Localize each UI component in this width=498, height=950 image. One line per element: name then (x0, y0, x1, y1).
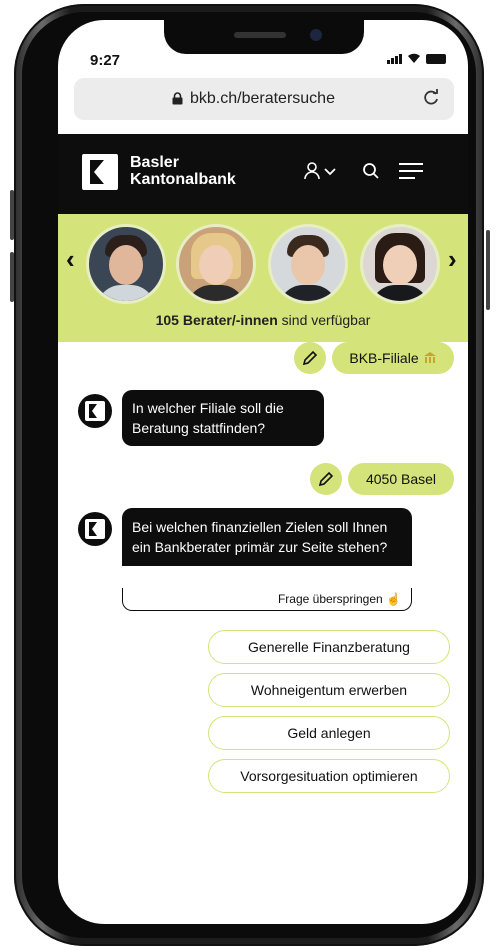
url-text: bkb.ch/beratersuche (190, 90, 335, 107)
advisor-count: 105 Berater/-innen (155, 312, 278, 328)
carousel-next-arrow[interactable]: › (448, 244, 457, 275)
status-time: 9:27 (90, 52, 121, 69)
advisor-carousel: ‹ › 105 Berater/-innen sind verfügbar (58, 214, 468, 342)
question-bubble: Bei welchen finanziellen Zielen soll Ihn… (122, 508, 412, 566)
advisor-count-text: 105 Berater/-innen sind verfügbar (58, 312, 468, 328)
signal-icon (387, 54, 402, 64)
brand-line-2: Kantonalbank (130, 171, 236, 188)
reload-icon[interactable] (422, 89, 440, 107)
advisor-avatar[interactable] (268, 224, 348, 304)
camera (310, 29, 322, 41)
user-icon[interactable] (304, 162, 320, 180)
edit-answer-button[interactable] (294, 342, 326, 374)
bot-avatar (78, 512, 112, 546)
search-icon[interactable] (362, 162, 380, 180)
brand-name[interactable]: Basler Kantonalbank (130, 154, 236, 188)
option-button[interactable]: Vorsorgesituation optimieren (208, 759, 450, 793)
option-button[interactable]: Wohneigentum erwerben (208, 673, 450, 707)
answer-text: BKB-Filiale (349, 350, 419, 366)
advisor-avatar[interactable] (360, 224, 440, 304)
screen: 9:27 bkb.ch/beratersuche Basler Kantonal… (58, 20, 468, 924)
option-button[interactable]: Generelle Finanzberatung (208, 630, 450, 664)
brand-line-1: Basler (130, 154, 179, 171)
skip-label: Frage überspringen (277, 592, 383, 606)
advisor-avatar[interactable] (86, 224, 166, 304)
bank-icon (423, 352, 436, 363)
option-button[interactable]: Geld anlegen (208, 716, 450, 750)
menu-icon[interactable] (398, 162, 424, 180)
notch (164, 20, 364, 54)
volume-button (10, 190, 14, 240)
bot-avatar (78, 394, 112, 428)
answer-bubble: BKB-Filiale (332, 342, 454, 374)
battery-icon (426, 54, 446, 64)
wifi-icon (408, 53, 420, 63)
url-bar[interactable]: bkb.ch/beratersuche (74, 78, 454, 120)
lock-icon (172, 92, 183, 105)
advisor-count-suffix: sind verfügbar (277, 312, 371, 328)
carousel-prev-arrow[interactable]: ‹ (66, 244, 75, 275)
site-header: Basler Kantonalbank (58, 134, 468, 214)
edit-answer-button[interactable] (310, 463, 342, 495)
skip-question-button[interactable]: Frage überspringen ☝ (122, 588, 412, 611)
status-icons (387, 53, 446, 64)
advisor-avatar[interactable] (176, 224, 256, 304)
pencil-icon (318, 471, 334, 487)
hand-pointer-icon: ☝ (386, 592, 401, 606)
answer-bubble: 4050 Basel (348, 463, 454, 495)
volume-button (10, 252, 14, 302)
question-bubble: In welcher Filiale soll die Beratung sta… (122, 390, 324, 446)
bkb-logo-icon[interactable] (82, 154, 118, 190)
pencil-icon (302, 350, 318, 366)
speaker (234, 32, 286, 38)
power-button (486, 230, 490, 310)
chevron-down-icon[interactable] (324, 168, 336, 176)
